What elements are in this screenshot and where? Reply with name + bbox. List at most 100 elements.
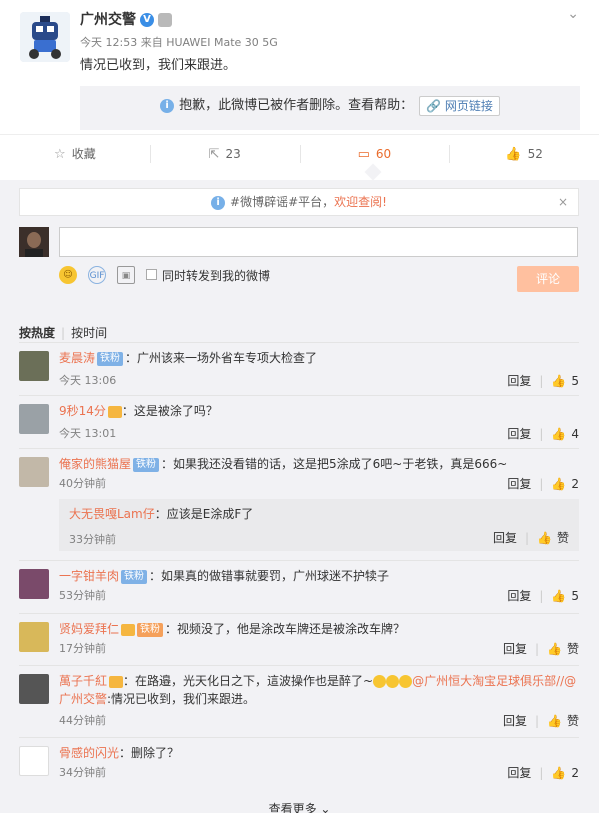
- thumbs-up-icon[interactable]: 👍: [551, 427, 566, 441]
- sort-tabs: 按热度 | 按时间: [19, 326, 108, 340]
- member-badge-icon: [109, 675, 124, 688]
- reply-button[interactable]: 回复: [507, 427, 531, 441]
- comment-text: ：视频没了，他是涂改车牌还是被涂改车牌？: [165, 622, 406, 636]
- my-avatar: [19, 227, 49, 257]
- reply-button[interactable]: 回复: [507, 766, 531, 780]
- comment-panel: i #微博辟谣#平台，欢迎查阅! × ☺ GIF ▣ 同时转发到我的微博 评论 按…: [0, 180, 599, 813]
- like-button[interactable]: 👍 52: [449, 135, 599, 172]
- thumbs-up-icon[interactable]: 👍: [551, 477, 566, 491]
- thumbs-up-icon[interactable]: 👍: [547, 714, 562, 728]
- reply-button[interactable]: 回复: [503, 642, 527, 656]
- thumbs-up-icon[interactable]: 👍: [551, 374, 566, 388]
- comment-ops: 回复 | 👍 2: [507, 766, 579, 780]
- sub-reply-ops: 回复 | 👍 赞: [492, 531, 569, 545]
- commenter-name[interactable]: 9秒14分: [59, 404, 106, 418]
- comment-icon: ▭: [357, 147, 370, 162]
- verified-icon: V: [140, 13, 154, 27]
- reply-button[interactable]: 回复: [507, 589, 531, 603]
- notice-link[interactable]: 欢迎查阅!: [334, 195, 387, 209]
- reply-button[interactable]: 回复: [493, 531, 517, 545]
- thumbs-up-icon[interactable]: 👍: [547, 642, 562, 656]
- commenter-avatar[interactable]: [19, 457, 49, 487]
- web-link-label: 网页链接: [444, 98, 493, 113]
- commenter-avatar[interactable]: [19, 674, 49, 704]
- thumbs-up-icon[interactable]: 👍: [551, 589, 566, 603]
- laugh-emoji-icon: [373, 675, 387, 688]
- police-robot-avatar-icon: [20, 12, 70, 62]
- sub-reply-text: ：应该是E涂成F了: [154, 507, 254, 521]
- commenter-name[interactable]: 一字钳羊肉: [59, 569, 119, 583]
- favorite-label: 收藏: [71, 147, 96, 161]
- commenter-name[interactable]: 萬子千紅: [59, 674, 107, 688]
- like-count: 5: [571, 374, 579, 388]
- like-label: 赞: [566, 642, 579, 656]
- repost-count: 23: [225, 147, 241, 161]
- info-icon: i: [211, 195, 226, 210]
- like-count: 2: [571, 477, 579, 491]
- author-name[interactable]: 广州交警: [80, 12, 136, 28]
- commenter-avatar[interactable]: [19, 622, 49, 652]
- repost-checkbox[interactable]: [146, 269, 157, 280]
- comment-ops: 回复 | 👍 赞: [502, 642, 579, 656]
- sort-by-time[interactable]: 按时间: [71, 326, 107, 340]
- favorite-button[interactable]: ☆ 收藏: [0, 135, 150, 172]
- rumor-notice: i #微博辟谣#平台，欢迎查阅! ×: [19, 188, 579, 216]
- sub-reply-name[interactable]: 大无畏嘎Lam仔: [69, 507, 155, 521]
- commenter-avatar[interactable]: [19, 351, 49, 381]
- comment-item: 俺家的熊猫屋 铁粉 ：如果我还没看错的话，这是把5涂成了6吧~于老铁，真是666~ …: [19, 448, 579, 560]
- repost-label: 同时转发到我的微博: [162, 269, 271, 283]
- submit-comment-button[interactable]: 评论: [517, 266, 579, 292]
- commenter-name[interactable]: 俺家的熊猫屋: [59, 457, 131, 471]
- author-avatar[interactable]: [20, 12, 70, 62]
- like-count: 5: [571, 589, 579, 603]
- fan-badge: 铁粉: [133, 457, 160, 472]
- comment-time: 34分钟前: [59, 766, 106, 779]
- commenter-name[interactable]: 骨感的闪光: [59, 746, 119, 760]
- comment-time: 17分钟前: [59, 642, 106, 655]
- sub-reply: 大无畏嘎Lam仔：应该是E涂成F了 33分钟前 回复 | 👍 赞: [59, 499, 579, 551]
- link-icon: 🔗: [426, 98, 445, 113]
- like-count: 4: [571, 427, 579, 441]
- comment-time: 今天 13:06: [59, 374, 117, 387]
- post-actions: ☆ 收藏 ⇱ 23 ▭ 60 👍 52: [0, 134, 599, 172]
- sort-by-hot[interactable]: 按热度: [19, 326, 55, 340]
- deleted-notice-text: 抱歉，此微博已被作者删除。查看帮助：: [179, 98, 414, 113]
- close-icon[interactable]: ×: [558, 189, 568, 215]
- reply-button[interactable]: 回复: [503, 714, 527, 728]
- emoji-icon[interactable]: ☺: [59, 266, 77, 284]
- commenter-avatar[interactable]: [19, 404, 49, 434]
- comment-time: 53分钟前: [59, 589, 106, 602]
- fan-badge: 铁粉: [97, 351, 124, 366]
- comment-ops: 回复 | 👍 4: [507, 427, 579, 441]
- star-icon: ☆: [54, 147, 66, 162]
- image-icon[interactable]: ▣: [117, 266, 135, 284]
- comment-ops: 回复 | 👍 5: [507, 374, 579, 388]
- commenter-name[interactable]: 贤妈爱拜仁: [59, 622, 119, 636]
- post-text: 情况已收到，我们来跟进。: [80, 58, 237, 73]
- comment-text: ：在路邉，光天化日之下，這波操作也是醉了~: [123, 674, 374, 688]
- comment-text: ：如果我还没看错的话，这是把5涂成了6吧~于老铁，真是666~: [161, 457, 508, 471]
- repost-button[interactable]: ⇱ 23: [149, 135, 300, 172]
- view-more-link[interactable]: 查看更多 ⌄: [0, 800, 599, 813]
- reply-button[interactable]: 回复: [507, 477, 531, 491]
- info-icon: i: [160, 98, 175, 113]
- gif-icon[interactable]: GIF: [88, 266, 106, 284]
- thumbs-up-icon[interactable]: 👍: [537, 531, 552, 545]
- thumbs-up-icon[interactable]: 👍: [551, 766, 566, 780]
- like-label: 赞: [566, 714, 579, 728]
- web-link-button[interactable]: 🔗 网页链接: [419, 95, 500, 116]
- comment-item: 骨感的闪光：删除了？ 34分钟前 回复 | 👍 2: [19, 737, 579, 789]
- bot-badge-icon: [158, 13, 172, 27]
- commenter-avatar[interactable]: [19, 569, 49, 599]
- comment-text: ：如果真的做错事就要罚，广州球迷不护犊子: [149, 569, 390, 583]
- comment-time: 40分钟前: [59, 477, 106, 490]
- commenter-name[interactable]: 麦晨涛: [59, 351, 95, 365]
- comment-input[interactable]: [59, 227, 578, 257]
- member-badge-icon: [107, 405, 122, 418]
- comment-text: ：这是被涂了吗？: [121, 404, 218, 418]
- reply-button[interactable]: 回复: [507, 374, 531, 388]
- comment-text: ：广州该来一场外省车专项大检查了: [125, 351, 318, 365]
- chevron-down-icon[interactable]: ⌄: [567, 6, 579, 22]
- mention-link[interactable]: @广州恒大淘宝足球俱乐部: [412, 674, 556, 688]
- commenter-avatar[interactable]: [19, 746, 49, 776]
